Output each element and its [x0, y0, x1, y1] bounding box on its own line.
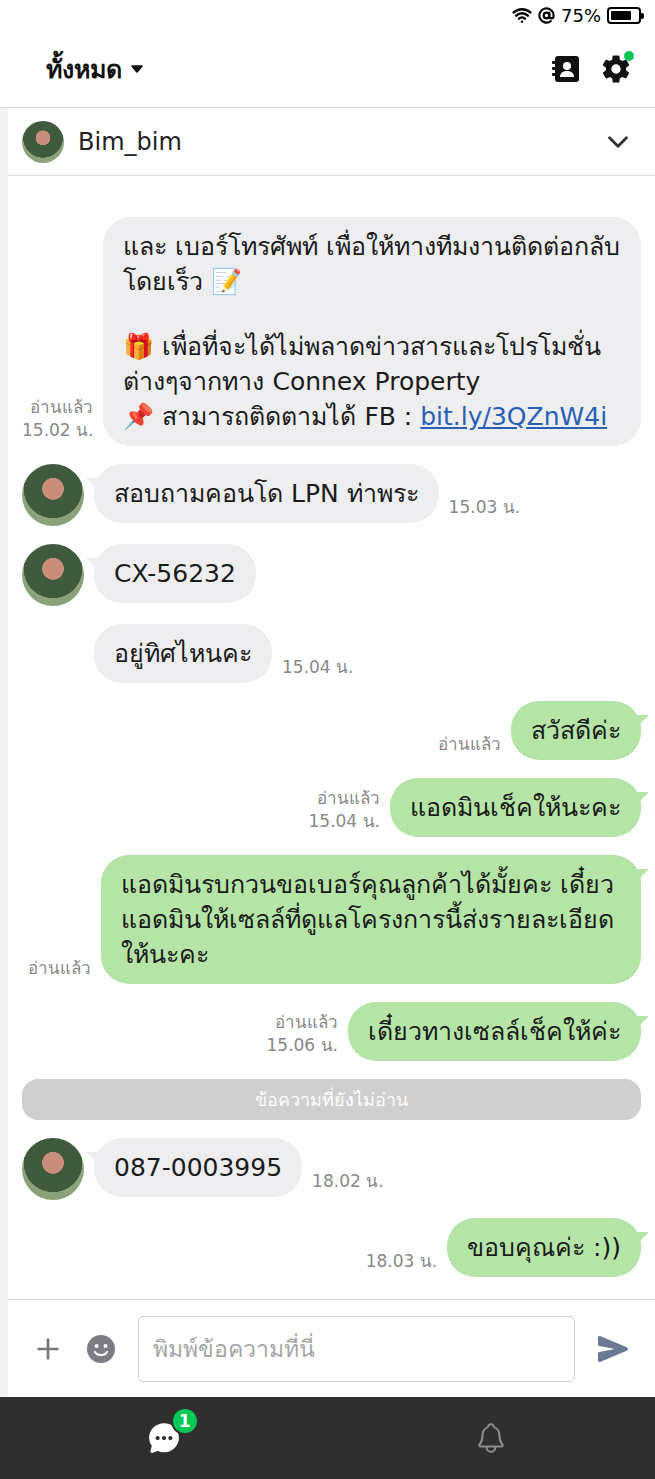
outgoing-bubble: ขอบคุณค่ะ :)): [447, 1218, 641, 1277]
message-meta: 15.04 น.: [282, 656, 353, 683]
chat-avatar: [22, 121, 64, 163]
read-status: อ่านแล้ว: [317, 787, 380, 810]
message-row: อ่านแล้ว สวัสดีค่ะ: [22, 701, 641, 760]
bottom-nav: 1: [0, 1397, 655, 1479]
plus-icon[interactable]: [32, 1333, 64, 1365]
message-row: 18.03 น. ขอบคุณค่ะ :)): [22, 1218, 641, 1277]
status-bar: 75%: [0, 0, 655, 30]
contacts-button[interactable]: [551, 54, 581, 84]
nav-item[interactable]: [474, 1421, 508, 1455]
bubble-group: 087-0003995 18.02 น.: [94, 1138, 641, 1197]
paragraph: และ เบอร์โทรศัพท์ เพื่อให้ทางทีมงานติดต่…: [123, 229, 621, 299]
nav-item[interactable]: 1: [147, 1421, 181, 1455]
message-row: อ่านแล้ว15.02 น. และ เบอร์โทรศัพท์ เพื่อใ…: [22, 217, 641, 446]
incoming-bubble: 087-0003995: [94, 1138, 302, 1197]
message-meta: 15.03 น.: [449, 496, 520, 523]
bubble-group: อยู่ทิศไหนคะ 15.04 น.: [94, 624, 641, 683]
contact-book-icon: [551, 54, 581, 84]
message-time: 15.06 น.: [267, 1034, 338, 1057]
message-input[interactable]: [138, 1316, 575, 1382]
message-time: 18.03 น.: [366, 1250, 437, 1273]
link[interactable]: bit.ly/3QZnW4i: [420, 402, 607, 431]
settings-button[interactable]: [601, 54, 631, 84]
outgoing-bubble: แอดมินเช็คให้นะคะ: [390, 778, 641, 837]
avatar[interactable]: [22, 1138, 84, 1200]
avatar[interactable]: [22, 464, 84, 526]
text: และ เบอร์โทรศัพท์ เพื่อให้ทางทีมงานติดต่…: [123, 232, 620, 296]
incoming-bubble: CX-56232: [94, 544, 256, 603]
message-time: 15.04 น.: [309, 810, 380, 833]
outgoing-bubble: สวัสดีค่ะ: [511, 701, 641, 760]
text-line: 🎁 เพื่อที่จะได้ไม่พลาดข่าวสารและโปรโมชั่…: [123, 329, 621, 399]
bubble-group: CX-56232: [94, 544, 641, 603]
message-row: 087-0003995 18.02 น.: [22, 1138, 641, 1200]
avatar[interactable]: [22, 544, 84, 606]
message-row: อยู่ทิศไหนคะ 15.04 น.: [22, 624, 641, 683]
notification-dot: [624, 51, 634, 61]
top-bar: ทั้งหมด: [0, 30, 655, 108]
unread-badge: 1: [171, 1407, 199, 1435]
message-row: อ่านแล้ว15.04 น.แอดมินเช็คให้นะคะ: [22, 778, 641, 837]
message-list: อ่านแล้ว15.02 น.และ เบอร์โทรศัพท์ เพื่อใ…: [8, 176, 655, 1299]
unread-divider: ข้อความที่ยังไม่อ่าน: [22, 1079, 641, 1120]
paragraph: 🎁 เพื่อที่จะได้ไม่พลาดข่าวสารและโปรโมชั่…: [123, 329, 621, 434]
read-status: อ่านแล้ว: [275, 1011, 338, 1034]
message-meta: อ่านแล้ว: [438, 733, 501, 760]
filter-dropdown[interactable]: ทั้งหมด: [46, 49, 146, 89]
auto-reply-bubble: และ เบอร์โทรศัพท์ เพื่อให้ทางทีมงานติดต่…: [103, 217, 641, 446]
message-row: อ่านแล้ว แอดมินรบกวนขอเบอร์คุณลูกค้าได้มั…: [22, 855, 641, 984]
send-icon[interactable]: [597, 1333, 629, 1365]
chevron-down-icon[interactable]: [601, 125, 635, 159]
text-line: 📌 สามารถติดตามได้ FB : bit.ly/3QZnW4i: [123, 399, 621, 434]
message-time: 18.02 น.: [312, 1170, 383, 1193]
text-line: และ เบอร์โทรศัพท์ เพื่อให้ทางทีมงานติดต่…: [123, 229, 621, 299]
outgoing-bubble: แอดมินรบกวนขอเบอร์คุณลูกค้าได้มั้ยคะ เดี…: [101, 855, 641, 984]
text: 🎁 เพื่อที่จะได้ไม่พลาดข่าวสารและโปรโมชั่…: [123, 332, 601, 396]
message-meta: อ่านแล้ว15.06 น.: [267, 1011, 338, 1061]
message-row: สอบถามคอนโด LPN ท่าพระ 15.03 น.: [22, 464, 641, 526]
message-meta: อ่านแล้ว15.04 น.: [309, 787, 380, 837]
chat-panel: Bim_bimอ่านแล้ว15.02 น.และ เบอร์โทรศัพท์…: [0, 108, 655, 1397]
chat-header[interactable]: Bim_bim: [8, 108, 655, 176]
read-status: อ่านแล้ว: [438, 733, 501, 756]
message-row: อ่านแล้ว15.06 น.เดี๋ยวทางเซลล์เช็คให้ค่ะ: [22, 1002, 641, 1061]
message-time: 15.02 น.: [22, 419, 93, 442]
bell-icon: [474, 1421, 508, 1455]
read-status: อ่านแล้ว: [30, 396, 93, 419]
smiley-icon[interactable]: [86, 1334, 116, 1364]
text: 📌 สามารถติดตามได้ FB :: [123, 402, 420, 431]
outgoing-bubble: เดี๋ยวทางเซลล์เช็คให้ค่ะ: [348, 1002, 641, 1061]
battery-icon: [607, 7, 641, 24]
incoming-bubble: สอบถามคอนโด LPN ท่าพระ: [94, 464, 439, 523]
message-meta: อ่านแล้ว15.02 น.: [22, 396, 93, 446]
message-meta: อ่านแล้ว: [28, 957, 91, 984]
battery-percent: 75%: [561, 5, 601, 26]
message-time: 15.03 น.: [449, 496, 520, 519]
caret-down-icon: [128, 60, 146, 78]
message-row: CX-56232: [22, 544, 641, 606]
message-meta: 18.02 น.: [312, 1170, 383, 1197]
bubble-group: สอบถามคอนโด LPN ท่าพระ 15.03 น.: [94, 464, 641, 523]
lock-rotation-icon: [538, 7, 555, 24]
wifi-icon: [512, 5, 532, 25]
message-time: 15.04 น.: [282, 656, 353, 679]
chat-screen: 75%ทั้งหมดBim_bimอ่านแล้ว15.02 น.และ เบอ…: [0, 0, 655, 1479]
chat-name: Bim_bim: [78, 128, 587, 156]
read-status: อ่านแล้ว: [28, 957, 91, 980]
incoming-bubble: อยู่ทิศไหนคะ: [94, 624, 272, 683]
composer: [8, 1299, 655, 1397]
message-meta: 18.03 น.: [366, 1250, 437, 1277]
